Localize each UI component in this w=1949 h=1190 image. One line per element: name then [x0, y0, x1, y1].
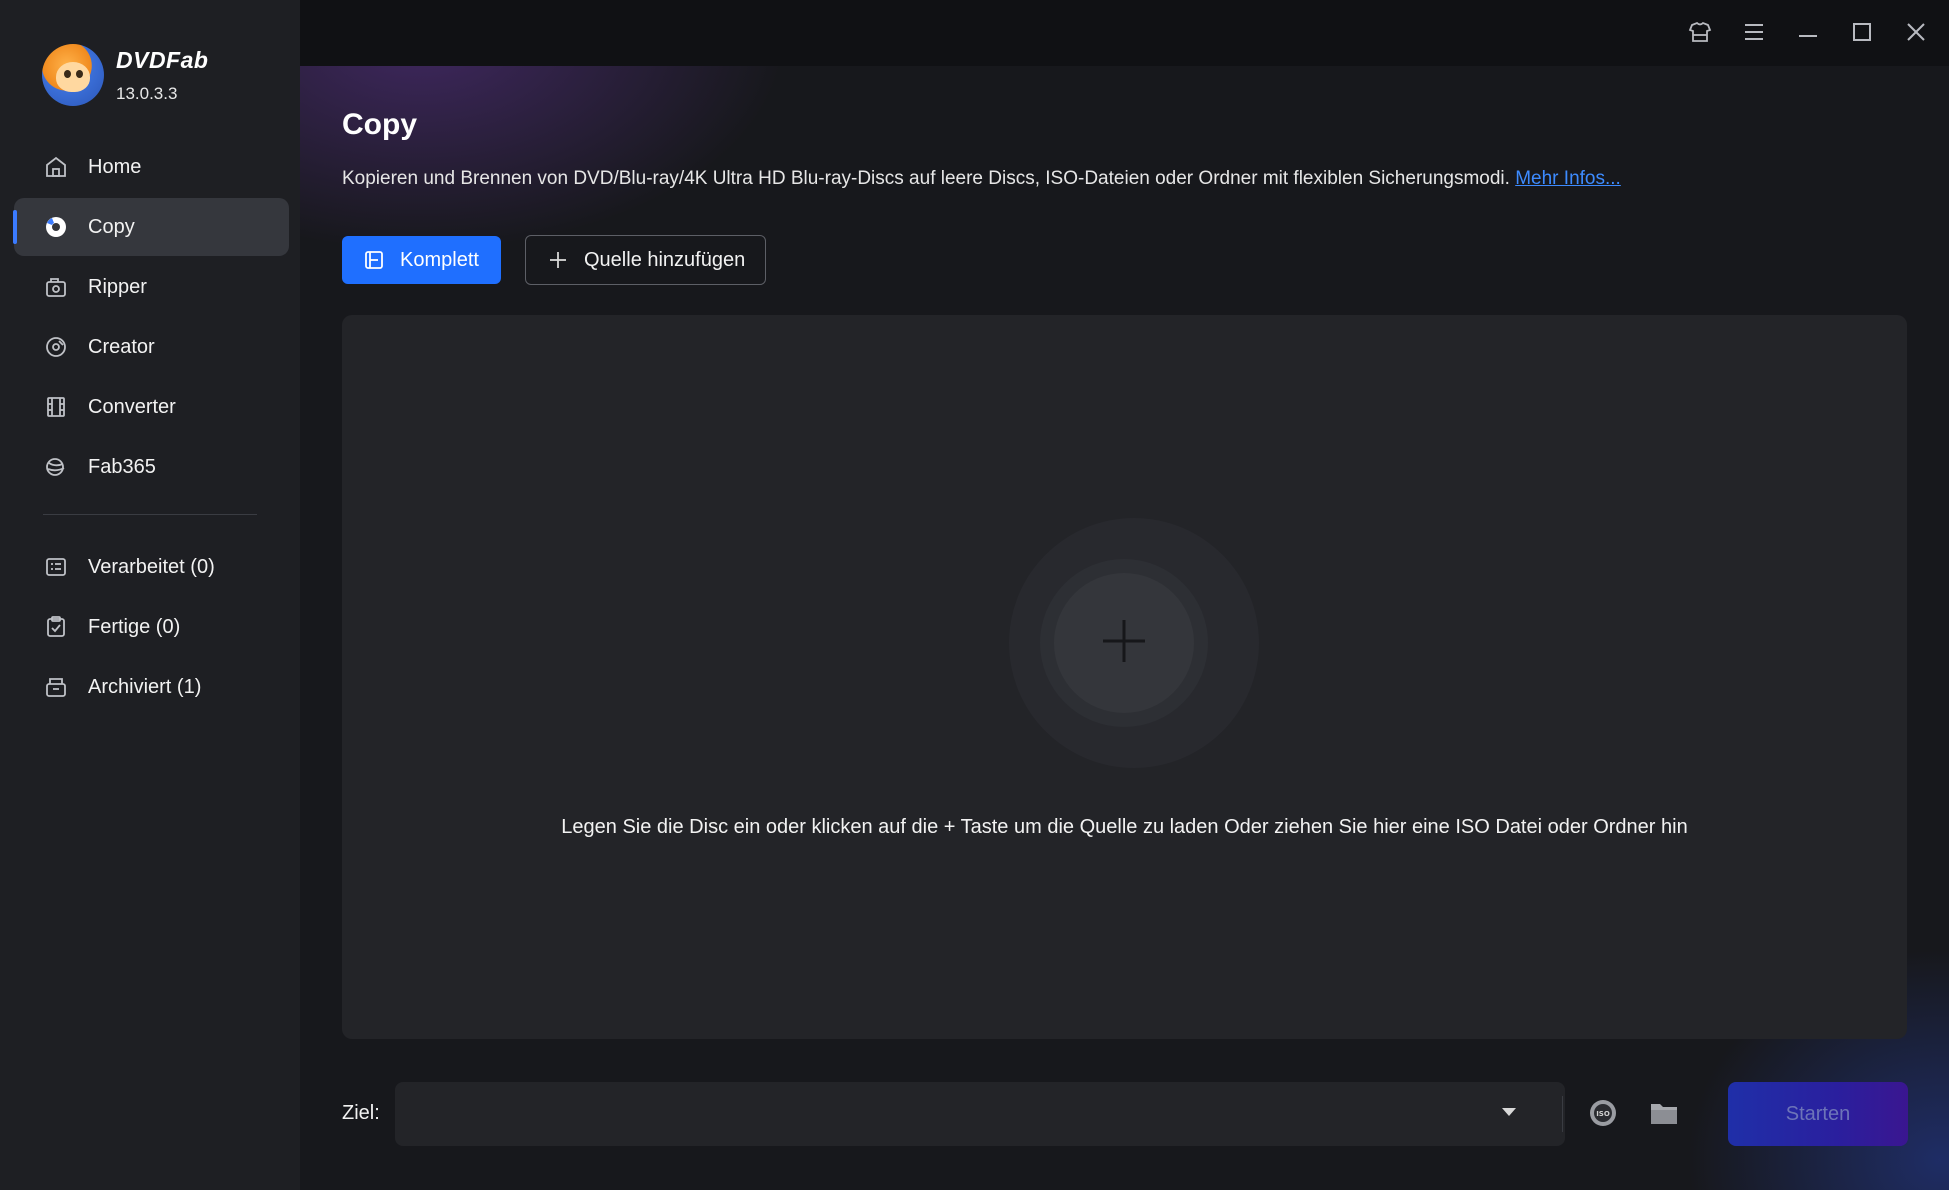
- add-source-button[interactable]: Quelle hinzufügen: [525, 235, 766, 285]
- creator-icon: [44, 335, 68, 359]
- app-version: 13.0.3.3: [116, 83, 178, 103]
- sidebar-item-label: Fertige (0): [88, 615, 181, 638]
- close-icon: [1906, 22, 1926, 47]
- output-path-select[interactable]: [395, 1082, 1565, 1146]
- queue-nav: Verarbeitet (0) Fertige (0) Archiviert (…: [14, 538, 289, 718]
- main-panel: Copy Kopieren und Brennen von DVD/Blu-ra…: [300, 0, 1949, 1190]
- mode-button-label: Komplett: [400, 248, 479, 271]
- folder-icon: [1649, 1100, 1679, 1131]
- mode-komplett-button[interactable]: Komplett: [342, 236, 501, 284]
- sidebar-divider: [43, 514, 257, 515]
- maximize-icon: [1852, 22, 1872, 47]
- start-button[interactable]: Starten: [1728, 1082, 1908, 1146]
- disc-icon: [44, 215, 68, 239]
- dvdfab-logo: [42, 44, 104, 106]
- sidebar-item-label: Ripper: [88, 275, 147, 298]
- sidebar-item-converter[interactable]: Converter: [14, 378, 289, 436]
- sidebar-item-label: Home: [88, 155, 142, 178]
- sidebar-item-label: Archiviert (1): [88, 675, 202, 698]
- archive-icon: [44, 675, 68, 699]
- ripper-icon: [44, 275, 68, 299]
- skin-button[interactable]: [1686, 20, 1714, 48]
- sidebar-item-fertige[interactable]: Fertige (0): [14, 598, 289, 656]
- hamburger-icon: [1743, 23, 1765, 46]
- chevron-down-icon[interactable]: [1502, 1108, 1516, 1116]
- sidebar-item-label: Fab365: [88, 455, 156, 478]
- add-source-label: Quelle hinzufügen: [584, 248, 746, 271]
- plus-icon: [1099, 616, 1149, 671]
- page-title: Copy: [342, 108, 417, 141]
- sidebar-item-fab365[interactable]: Fab365: [14, 438, 289, 496]
- menu-button[interactable]: [1740, 20, 1768, 48]
- app-name: DVDFab: [116, 46, 209, 73]
- description-text: Kopieren und Brennen von DVD/Blu-ray/4K …: [342, 168, 1510, 189]
- sidebar-item-verarbeitet[interactable]: Verarbeitet (0): [14, 538, 289, 596]
- output-separator: [1562, 1096, 1563, 1132]
- sidebar-item-copy[interactable]: Copy: [13, 198, 289, 256]
- svg-text:ISO: ISO: [1596, 1110, 1610, 1118]
- mode-icon: [364, 250, 384, 270]
- close-button[interactable]: [1902, 20, 1930, 48]
- brand: DVDFab 13.0.3.3: [42, 44, 208, 106]
- folder-output-button[interactable]: [1648, 1100, 1680, 1130]
- iso-icon: ISO: [1589, 1099, 1617, 1132]
- main-nav: Home Copy Ripper Creator Converter Fab36…: [13, 138, 289, 498]
- sidebar-item-archiviert[interactable]: Archiviert (1): [14, 658, 289, 716]
- sidebar: DVDFab 13.0.3.3 Home Copy Ripper Creator…: [0, 0, 300, 1190]
- sidebar-item-label: Converter: [88, 395, 176, 418]
- sidebar-item-label: Verarbeitet (0): [88, 555, 215, 578]
- source-dropzone[interactable]: Legen Sie die Disc ein oder klicken auf …: [342, 315, 1907, 1039]
- sidebar-item-ripper[interactable]: Ripper: [14, 258, 289, 316]
- iso-output-button[interactable]: ISO: [1588, 1099, 1618, 1132]
- page-description: Kopieren und Brennen von DVD/Blu-ray/4K …: [342, 168, 1621, 190]
- clipboard-check-icon: [44, 615, 68, 639]
- maximize-button[interactable]: [1848, 20, 1876, 48]
- title-bar: [300, 0, 1949, 66]
- sidebar-item-creator[interactable]: Creator: [14, 318, 289, 376]
- add-source-plus-button[interactable]: [1054, 573, 1194, 713]
- list-icon: [44, 555, 68, 579]
- film-icon: [44, 395, 68, 419]
- plus-icon: [548, 250, 568, 270]
- minimize-icon: [1797, 25, 1819, 43]
- fab365-icon: [44, 455, 68, 479]
- home-icon: [44, 155, 68, 179]
- sidebar-item-label: Creator: [88, 335, 155, 358]
- more-info-link[interactable]: Mehr Infos...: [1515, 168, 1621, 189]
- minimize-button[interactable]: [1794, 20, 1822, 48]
- output-label: Ziel:: [342, 1102, 380, 1124]
- dropzone-hint: Legen Sie die Disc ein oder klicken auf …: [561, 816, 1688, 838]
- shirt-icon: [1688, 21, 1712, 48]
- sidebar-item-home[interactable]: Home: [14, 138, 289, 196]
- sidebar-item-label: Copy: [88, 215, 135, 238]
